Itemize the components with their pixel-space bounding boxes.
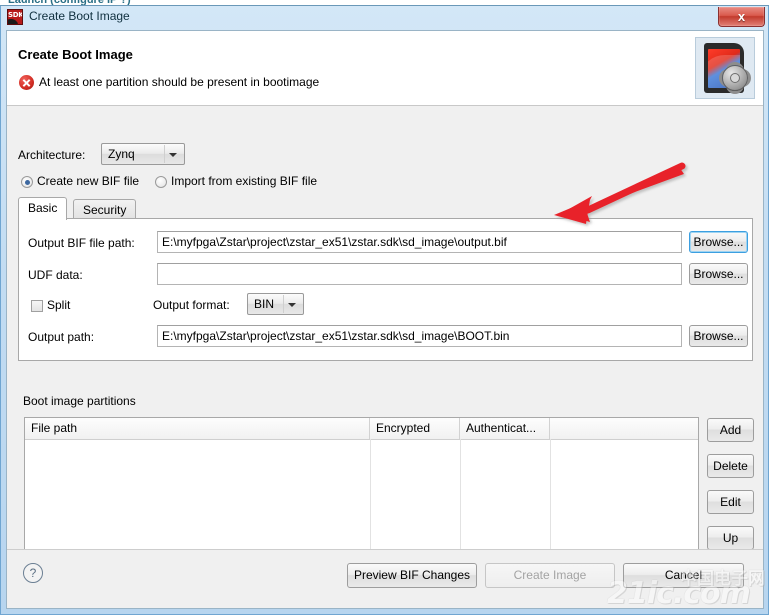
edit-partition-button[interactable]: Edit [707,490,754,514]
output-bif-file-path-value: E:\myfpga\Zstar\project\zstar_ex51\zstar… [162,235,507,249]
output-format-separator [283,295,284,313]
sdk-icon: SDK [7,9,23,25]
split-checkbox-box [31,300,43,312]
move-up-button[interactable]: Up [707,526,754,550]
move-up-label: Up [722,531,739,545]
column-header-authenticated[interactable]: Authenticat... [460,418,550,439]
sdk-icon-swoosh [8,19,18,24]
window-titlebar: SDK Create Boot Image x [1,6,768,27]
radio-label-import-existing: Import from existing BIF file [171,174,318,188]
tab-security-label: Security [83,203,127,217]
output-path-label: Output path: [28,330,95,344]
cancel-button[interactable]: Cancel [623,563,744,588]
output-format-label: Output format: [153,298,230,312]
column-header-blank[interactable] [550,418,698,439]
output-bif-path-label: Output BIF file path: [28,236,135,250]
browse-udf-button[interactable]: Browse... [689,263,748,285]
partitions-table-header: File path Encrypted Authenticat... [25,418,698,440]
radio-label-create-new: Create new BIF file [37,174,140,188]
radio-dot-import-existing [155,176,167,188]
architecture-label: Architecture: [18,148,86,162]
output-format-select[interactable]: BIN [247,293,304,315]
tab-basic[interactable]: Basic [18,197,68,220]
dialog-footer: ? Preview BIF Changes Create Image Cance… [7,549,763,608]
edit-partition-label: Edit [720,495,741,509]
architecture-value: Zynq [108,147,135,161]
browse-output-bif-label: Browse... [693,235,744,249]
create-image-label: Create Image [513,568,587,582]
tab-basic-label: Basic [28,201,58,215]
browse-output-bif-button[interactable]: Browse... [689,231,748,253]
architecture-select[interactable]: Zynq [101,143,185,165]
close-button[interactable]: x [718,7,765,27]
udf-data-label: UDF data: [28,268,83,282]
add-partition-label: Add [719,423,742,437]
close-icon: x [737,9,746,24]
partitions-column-divider-3 [550,439,551,560]
partitions-table[interactable]: File path Encrypted Authenticat... [24,417,699,561]
preview-bif-changes-button[interactable]: Preview BIF Changes [347,563,477,588]
dialog-client-area: Create Boot Image At least one partition… [6,30,764,609]
browse-output-path-button[interactable]: Browse... [689,325,748,347]
radio-dot-create-new [21,176,33,188]
browse-output-path-label: Browse... [693,329,744,343]
sd-card-gear-icon [695,37,755,99]
output-path-value: E:\myfpga\Zstar\project\zstar_ex51\zstar… [162,329,510,343]
tab-security[interactable]: Security [73,199,137,219]
output-format-value: BIN [254,297,275,311]
validation-message: At least one partition should be present… [39,75,320,89]
split-checkbox-label: Split [47,298,71,312]
create-boot-image-window: SDK Create Boot Image x Create Boot Imag… [0,6,769,615]
delete-partition-button[interactable]: Delete [707,454,754,478]
column-header-file-path[interactable]: File path [25,418,370,439]
error-circle-icon [19,75,34,90]
browse-udf-label: Browse... [693,267,744,281]
gear-icon [722,65,748,91]
chevron-down-icon [169,153,177,157]
output-path-input[interactable]: E:\myfpga\Zstar\project\zstar_ex51\zstar… [157,325,682,347]
window-title: Create Boot Image [29,9,130,23]
add-partition-button[interactable]: Add [707,418,754,442]
sdk-icon-label: SDK [8,11,23,19]
screenshot-root: Launch (configure IP ?) SDK Create Boot … [0,0,769,615]
dialog-header: Create Boot Image At least one partition… [7,31,763,106]
delete-partition-label: Delete [713,459,748,473]
page-title: Create Boot Image [18,47,133,62]
chevron-down-icon-format [288,303,296,307]
boot-image-partitions-label: Boot image partitions [23,394,136,408]
output-bif-file-path-input[interactable]: E:\myfpga\Zstar\project\zstar_ex51\zstar… [157,231,682,253]
udf-data-input[interactable] [157,263,682,285]
create-image-button[interactable]: Create Image [485,563,615,588]
tab-strip: Basic Security [18,197,753,220]
partitions-column-divider-1 [370,439,371,560]
preview-bif-changes-label: Preview BIF Changes [353,568,471,582]
partitions-column-divider-2 [460,439,461,560]
basic-tab-panel: Output BIF file path: E:\myfpga\Zstar\pr… [18,218,753,361]
question-mark-icon[interactable]: ? [23,563,43,583]
column-header-encrypted[interactable]: Encrypted [370,418,460,439]
architecture-separator [164,145,165,163]
cancel-label: Cancel [664,568,703,582]
